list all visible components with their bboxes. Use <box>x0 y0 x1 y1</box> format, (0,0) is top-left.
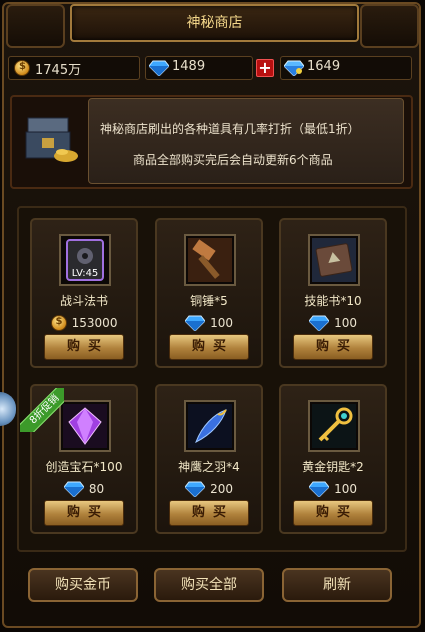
notice-text-box <box>88 98 404 184</box>
price-row: 100 <box>281 478 385 498</box>
buy-button[interactable]: 购买 <box>169 334 249 360</box>
item-name: 神鹰之羽*4 <box>178 460 240 474</box>
price-row: 200 <box>157 478 261 498</box>
price-row: 153000 <box>32 312 136 331</box>
copper-hammer-icon <box>188 238 232 282</box>
title-bar: 神秘商店 <box>70 4 359 42</box>
refresh-button[interactable]: 刷新 <box>282 568 392 602</box>
buy-button[interactable]: 购买 <box>44 334 124 360</box>
notice-line-2: 商品全部购买完后会自动更新6个商品 <box>133 153 333 167</box>
buy-button[interactable]: 购买 <box>293 500 373 526</box>
item-slot[interactable]: LV:45 <box>59 234 111 286</box>
item-slot[interactable] <box>59 400 111 452</box>
buy-gold-button[interactable]: 购买金币 <box>28 568 138 602</box>
treasure-chest-icon <box>25 117 78 162</box>
eagle-feather-icon <box>188 404 232 448</box>
discount-ribbon: 8折促销 <box>20 388 64 432</box>
item-slot[interactable] <box>308 400 360 452</box>
bound-diamond-icon <box>284 60 304 76</box>
creation-gem-icon <box>63 404 107 448</box>
price-row: 80 <box>32 478 136 498</box>
diamond-icon <box>308 315 330 332</box>
buy-button[interactable]: 购买 <box>169 500 249 526</box>
corner-ornament-left <box>6 4 65 48</box>
diamond-bar: 1489 <box>145 56 253 80</box>
diamond-icon <box>308 481 330 498</box>
diamond-icon <box>63 481 85 498</box>
shop-item-card: 铜锤*5 100 购买 <box>155 218 263 368</box>
item-slot[interactable] <box>184 400 236 452</box>
item-price: 100 <box>210 316 233 330</box>
item-price: 153000 <box>71 316 118 330</box>
item-price: 200 <box>210 482 233 496</box>
buy-all-button[interactable]: 购买全部 <box>154 568 264 602</box>
diamond-icon <box>184 315 206 332</box>
item-slot[interactable] <box>184 234 236 286</box>
recharge-plus-button[interactable]: + <box>256 59 274 77</box>
item-name: 创造宝石*100 <box>45 460 123 474</box>
diamond-icon <box>149 60 169 76</box>
price-row: 100 <box>157 312 261 332</box>
shop-item-card: 技能书*10 100 购买 <box>279 218 387 368</box>
diamond-icon <box>184 481 206 498</box>
coin-icon <box>14 60 30 76</box>
shop-item-card: 神鹰之羽*4 200 购买 <box>155 384 263 534</box>
shop-item-card: 黄金钥匙*2 100 购买 <box>279 384 387 534</box>
golden-key-icon <box>312 404 356 448</box>
corner-ornament-right <box>360 4 419 48</box>
discount-label: 8折促销 <box>20 388 64 432</box>
bound-diamond-bar: 1649 <box>280 56 412 80</box>
item-price: 80 <box>88 482 105 496</box>
item-name: 铜锤*5 <box>190 294 228 308</box>
skill-book-icon <box>312 238 356 282</box>
page-title: 神秘商店 <box>186 15 243 31</box>
gold-value: 1745万 <box>35 63 82 78</box>
price-row: 100 <box>281 312 385 332</box>
gold-bar: 1745万 <box>8 56 140 80</box>
buy-button[interactable]: 购买 <box>44 500 124 526</box>
item-price: 100 <box>334 316 357 330</box>
item-name: 黄金钥匙*2 <box>302 460 364 474</box>
diamond-value: 1489 <box>172 59 206 74</box>
item-name: 技能书*10 <box>304 294 362 308</box>
item-slot[interactable] <box>308 234 360 286</box>
coin-icon <box>50 314 67 331</box>
shop-item-card: LV:45 战斗法书 153000 购买 <box>30 218 138 368</box>
item-name: 战斗法书 <box>59 294 108 308</box>
bound-diamond-value: 1649 <box>307 59 341 74</box>
item-level: LV:45 <box>71 268 99 279</box>
notice-line-1: 神秘商店刷出的各种道具有几率打折（最低1折） <box>100 122 360 136</box>
item-price: 100 <box>334 482 357 496</box>
buy-button[interactable]: 购买 <box>293 334 373 360</box>
